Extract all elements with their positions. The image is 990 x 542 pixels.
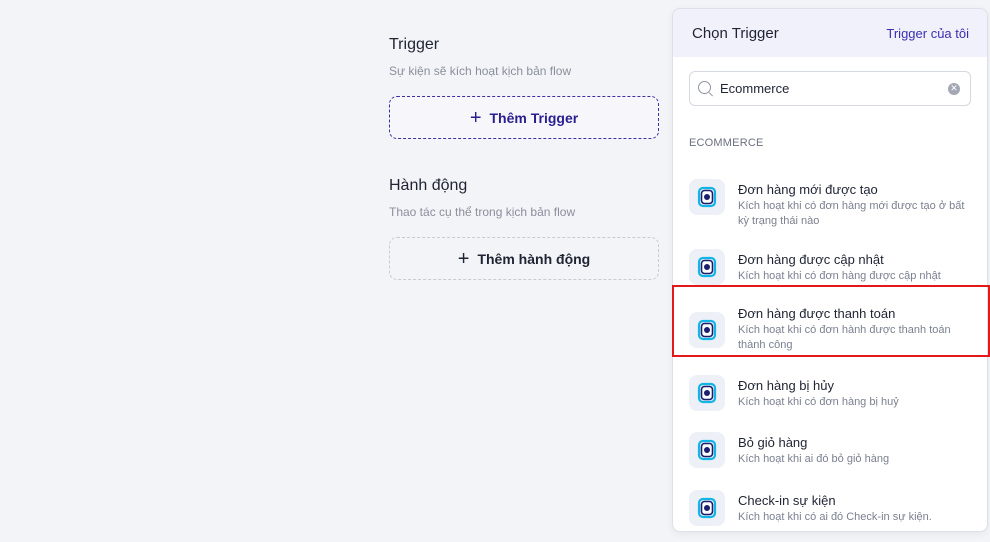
trigger-item-description: Kích hoạt khi có đơn hàng mới được tạo ở… bbox=[738, 200, 965, 227]
trigger-item-title: Đơn hàng được thanh toán bbox=[738, 306, 896, 321]
add-action-button[interactable]: + Thêm hành động bbox=[389, 237, 659, 280]
ecommerce-app-icon bbox=[689, 249, 725, 285]
search-icon bbox=[698, 80, 714, 97]
action-description: Thao tác cụ thể trong kịch bản flow bbox=[389, 205, 576, 219]
search-box: ✕ bbox=[689, 71, 971, 106]
trigger-item-description: Kích hoạt khi có ai đó Check-in sự kiện. bbox=[738, 511, 932, 523]
trigger-item-title: Đơn hàng được cập nhật bbox=[738, 252, 884, 267]
trigger-heading: Trigger bbox=[389, 36, 440, 53]
plus-icon: + bbox=[457, 247, 470, 270]
trigger-picker-popover: Chọn Trigger Trigger của tôi ✕ ECOMMERCE… bbox=[672, 8, 988, 532]
add-trigger-label: Thêm Trigger bbox=[489, 109, 579, 126]
ecommerce-app-icon bbox=[689, 490, 725, 526]
trigger-item-title: Đơn hàng bị hủy bbox=[738, 378, 834, 393]
plus-icon: + bbox=[469, 106, 482, 129]
trigger-item-description: Kích hoạt khi ai đó bỏ giỏ hàng bbox=[738, 453, 890, 465]
trigger-item-description: Kích hoạt khi có đơn hàng bị huỷ bbox=[738, 396, 899, 408]
clear-search-icon[interactable]: ✕ bbox=[948, 82, 960, 95]
trigger-item-description: Kích hoạt khi có đơn hàng được cập nhật bbox=[738, 270, 941, 282]
trigger-item-title: Bỏ giỏ hàng bbox=[738, 435, 808, 450]
trigger-item-title: Đơn hàng mới được tạo bbox=[738, 182, 878, 197]
action-heading: Hành động bbox=[389, 177, 468, 194]
my-triggers-link[interactable]: Trigger của tôi bbox=[886, 26, 969, 41]
trigger-description: Sự kiện sẽ kích hoạt kịch bản flow bbox=[389, 64, 572, 78]
add-action-label: Thêm hành động bbox=[477, 250, 591, 267]
trigger-item-title: Check-in sự kiện bbox=[738, 493, 836, 508]
ecommerce-app-icon bbox=[689, 432, 725, 468]
action-section: Hành động Thao tác cụ thể trong kịch bản… bbox=[389, 177, 659, 280]
trigger-item-description: Kích hoạt khi có đơn hành được thanh toá… bbox=[738, 324, 951, 351]
search-input[interactable] bbox=[720, 81, 948, 96]
ecommerce-app-icon bbox=[689, 375, 725, 411]
add-trigger-button[interactable]: + Thêm Trigger bbox=[389, 96, 659, 139]
popover-title: Chọn Trigger bbox=[692, 24, 779, 42]
popover-header: Chọn Trigger Trigger của tôi bbox=[673, 9, 987, 57]
trigger-section: Trigger Sự kiện sẽ kích hoạt kịch bản fl… bbox=[389, 36, 659, 139]
ecommerce-app-icon bbox=[689, 179, 725, 215]
ecommerce-app-icon bbox=[689, 312, 725, 348]
group-label: ECOMMERCE bbox=[689, 137, 764, 149]
